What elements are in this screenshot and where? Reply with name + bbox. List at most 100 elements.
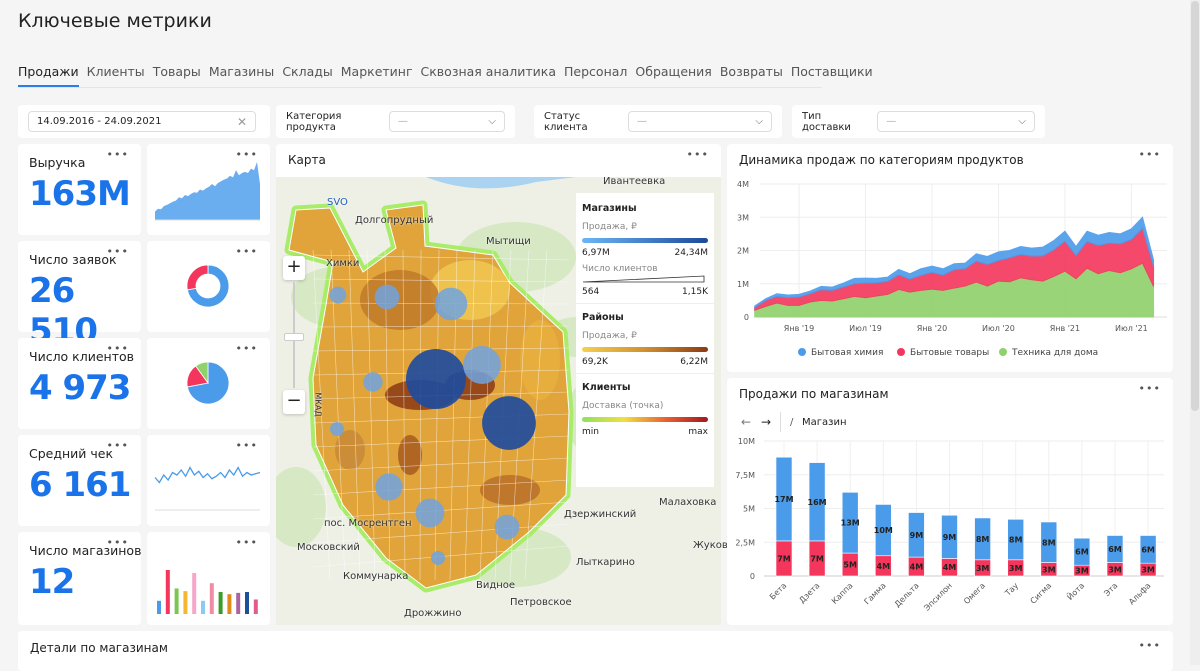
page-title: Ключевые метрики [18,10,212,32]
y-tick-label: 0 [750,572,755,581]
status-select[interactable]: — ⌵ [627,111,772,132]
y-tick-label: 0 [744,313,749,322]
more-icon[interactable]: ••• [107,342,129,355]
legend-clients-count: Число клиентов [582,264,658,274]
mini-bar [174,588,179,614]
delivery-select[interactable]: — ⌵ [877,111,1035,132]
avg-check-line [154,466,261,484]
legend-delivery-min: min [582,427,599,437]
map-place-label: пос. Мосрентген [324,518,412,529]
kpi-value: 163M [29,174,131,214]
tab-2[interactable]: Товары [153,64,201,87]
y-tick-label: 2M [737,247,749,256]
legend-label: Бытовая химия [811,348,883,358]
x-tick-label: Июл '19 [849,324,882,333]
legend-clients-title: Клиенты [582,382,631,393]
tab-3[interactable]: Магазины [209,64,275,87]
tab-6[interactable]: Сквозная аналитика [421,64,557,87]
y-tick-label: 3M [737,213,749,222]
kpi-chart-card: ••• [147,532,270,625]
legend-count-max: 1,15K [682,287,708,297]
y-tick-label: 7,5M [735,471,755,480]
mini-bar [218,592,223,614]
scrollbar[interactable] [1190,0,1200,665]
map-place-label: МКАД [313,392,323,417]
legend-delivery-gradient [582,417,708,422]
bar-data-label: 3M [1075,567,1089,576]
zoom-out-button[interactable]: − [283,390,305,414]
date-range-input[interactable]: 14.09.2016 - 24.09.2021 ✕ [28,111,256,132]
more-icon[interactable]: ••• [687,148,709,161]
map-place-label: Малаховка [659,497,717,508]
bar-data-label: 5M [843,561,857,570]
mini-chart [154,466,261,511]
y-tick-label: 2,5M [735,538,755,547]
clear-icon[interactable]: ✕ [237,115,247,129]
tab-bar: Продажи Клиенты Товары Магазины Склады Маркет… [18,64,873,87]
kpi-chart-card: ••• [147,338,270,429]
district-heat [520,320,560,400]
store-marker [375,473,403,501]
map-place-label: Видное [476,580,516,591]
bar-data-label: 8M [1042,538,1056,547]
status-filter: Статус клиента — ⌵ [534,105,782,138]
category-select[interactable]: — ⌵ [388,111,505,132]
x-tick-label: Янв '21 [1050,324,1080,333]
delivery-label: Тип доставки [802,110,851,133]
tab-8[interactable]: Обращения [635,64,711,87]
tab-10[interactable]: Поставщики [791,64,873,87]
tab-9[interactable]: Возвраты [720,64,783,87]
map-place-label: Коммунарка [343,571,409,582]
store-marker [329,286,347,304]
x-tick-label: Дельта [893,581,921,609]
tab-5[interactable]: Маркетинг [341,64,413,87]
bar-data-label: 6M [1108,545,1122,554]
zoom-slider-handle[interactable] [284,333,304,341]
x-tick-label: Гамма [862,581,887,606]
map-title: Карта [288,153,326,167]
legend-districts-max: 6,22M [680,357,708,367]
donut-slice-red [186,264,209,291]
legend-delivery-max: max [688,427,708,437]
map-place-label: Лыткарино [576,557,635,568]
x-tick-label: Эпсилон [922,581,954,613]
store-marker [482,396,536,450]
bar-data-label: 8M [976,535,990,544]
store-marker [363,372,383,392]
more-icon[interactable]: ••• [107,245,129,258]
x-tick-label: Йота [1064,580,1086,602]
mini-bar [183,591,188,614]
x-tick-label: Июл '20 [982,324,1015,333]
more-icon[interactable]: ••• [107,536,129,549]
more-icon[interactable]: ••• [1139,639,1161,652]
map-place-label: Мытищи [486,236,531,247]
legend-label: Бытовые товары [910,348,989,358]
tab-1[interactable]: Клиенты [87,64,145,87]
mini-chart [155,162,260,221]
legend-count-min: 564 [582,287,600,297]
kpi-label: Выручка [29,155,86,170]
kpi-card: Число клиентов 4 973 ••• [18,338,141,429]
store-marker [463,346,501,384]
more-icon[interactable]: ••• [107,439,129,452]
mini-chart [157,570,258,614]
date-range-value: 14.09.2016 - 24.09.2021 [37,116,162,127]
legend-stores-gradient [582,238,708,243]
y-tick-label: 4M [737,180,749,189]
zoom-in-button[interactable]: + [283,256,305,280]
chevron-down-icon: ⌵ [1018,116,1026,127]
bar-data-label: 7M [810,554,824,563]
tab-4[interactable]: Склады [282,64,332,87]
x-tick-label: Янв '20 [917,324,947,333]
tab-0[interactable]: Продажи [18,64,79,87]
legend-stores-max: 24,34M [674,248,708,258]
scrollbar-thumb[interactable] [1191,1,1199,411]
more-icon[interactable]: ••• [107,148,129,161]
store-marker [431,551,445,565]
mini-bar [245,592,249,614]
x-tick-label: Июл '21 [1115,324,1148,333]
bar-data-label: 4M [943,563,957,572]
tab-7[interactable]: Персонал [564,64,627,87]
legend-marker [999,348,1007,356]
map-legend: Магазины Продажа, ₽ 6,97M 24,34M Число кл… [576,193,714,487]
